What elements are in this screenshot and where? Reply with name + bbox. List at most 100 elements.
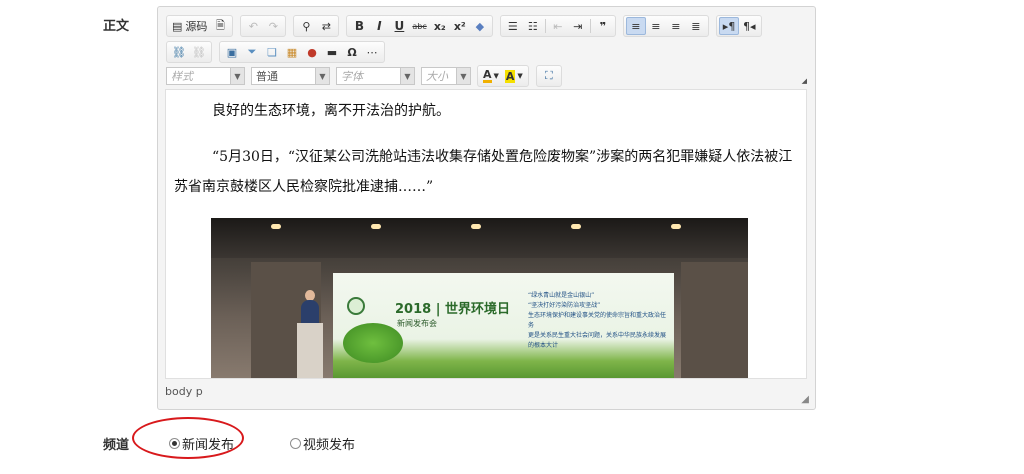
channel-option-video[interactable]: 视频发布	[290, 434, 355, 453]
preview-button[interactable]: 🗎	[210, 17, 230, 35]
toolbar-separator	[544, 19, 546, 33]
image-button[interactable]: ▣	[222, 43, 242, 61]
photo-light	[271, 224, 281, 229]
body-label: 正文	[103, 19, 130, 34]
source-icon: ▤	[172, 19, 183, 33]
font-select-value: 字体	[341, 70, 363, 83]
video-icon: ●	[307, 45, 317, 59]
bold-button[interactable]: B	[349, 17, 369, 35]
rich-text-editor[interactable]: ▤ 源码 🗎 ↶ ↷ ⚲ ⇄ B I U abc x₂ x² ◆ ☰ ☷ ⇤ ⇥…	[157, 6, 816, 410]
align-center-icon: ≡	[651, 19, 661, 33]
indent-button[interactable]: ⇥	[568, 17, 588, 35]
radio-button[interactable]	[290, 438, 301, 449]
source-button[interactable]: ▤ 源码	[169, 17, 210, 35]
image-gallery-button[interactable]: ▦	[282, 43, 302, 61]
screen-bullet: 更是关系民生重大社会问题，关系中华民族永续发展的根本大计	[528, 332, 667, 349]
text-color-icon: A	[483, 68, 492, 83]
chevron-down-icon: ▼	[493, 72, 499, 80]
multi-image-icon: ❏	[267, 45, 277, 59]
photo-light	[671, 224, 681, 229]
replace-button[interactable]: ⇄	[316, 17, 336, 35]
align-right-icon: ≡	[671, 19, 681, 33]
redo-icon: ↷	[268, 19, 279, 33]
align-justify-button[interactable]: ≣	[686, 17, 706, 35]
bulleted-list-icon: ☷	[527, 19, 538, 33]
gallery-icon: ▦	[286, 45, 298, 59]
align-left-button[interactable]: ≡	[625, 17, 646, 35]
numbered-list-button[interactable]: ☰	[503, 17, 523, 35]
remove-format-button[interactable]: ◆	[470, 17, 490, 35]
bg-color-button[interactable]: A ▼	[502, 67, 526, 85]
bold-icon: B	[354, 19, 364, 33]
screen-bullet: 生态环境保护和建设事关党的使命宗旨和重大政治任务	[528, 312, 667, 329]
horizontal-rule-icon: ▬	[326, 45, 338, 59]
photo-light	[371, 224, 381, 229]
screen-bullet: “绿水青山就是金山银山”	[528, 292, 595, 299]
resize-grip-icon[interactable]: ◢	[801, 394, 809, 405]
style-select-value: 样式	[171, 70, 193, 83]
source-button-label: 源码	[185, 20, 208, 33]
flash-button[interactable]: ⏷	[242, 43, 262, 61]
maximize-button[interactable]: ⛶	[539, 67, 559, 85]
content-photo[interactable]: 2018 | 世界环境日 新闻发布会 “绿水青山就是金山银山” “坚决打好污染防…	[211, 218, 748, 378]
toolbar-row-3: 样式 ▼ 普通 ▼ 字体 ▼ 大小 ▼ A ▼ A ▼ ⛶	[166, 65, 569, 87]
page-break-button[interactable]: ⋯	[362, 43, 382, 61]
align-center-button[interactable]: ≡	[646, 17, 666, 35]
format-select-value: 普通	[256, 70, 278, 83]
photo-light	[471, 224, 481, 229]
blockquote-button[interactable]: ❞	[593, 17, 613, 35]
collapse-toolbar-icon[interactable]: ◢	[802, 77, 807, 85]
style-select[interactable]: 样式 ▼	[166, 67, 245, 85]
superscript-button[interactable]: x²	[450, 17, 470, 35]
align-right-button[interactable]: ≡	[666, 17, 686, 35]
editor-content-area[interactable]: 良好的生态环境，离不开法治的护航。 “5月30日，“汉征某公司洗舱站违法收集存储…	[165, 89, 807, 379]
superscript-icon: x²	[453, 19, 466, 33]
multi-image-button[interactable]: ❏	[262, 43, 282, 61]
replace-icon: ⇄	[321, 19, 332, 33]
photo-ceiling	[211, 218, 748, 258]
format-select[interactable]: 普通 ▼	[251, 67, 330, 85]
podium	[297, 323, 323, 378]
channel-label: 频道	[103, 438, 130, 453]
find-button[interactable]: ⚲	[296, 17, 316, 35]
size-select[interactable]: 大小 ▼	[421, 67, 471, 85]
italic-icon: I	[377, 19, 382, 33]
chevron-down-icon: ▼	[517, 72, 523, 80]
unlink-icon: ⛓	[192, 45, 206, 59]
outdent-button[interactable]: ⇤	[548, 17, 568, 35]
eraser-icon: ◆	[475, 19, 485, 33]
element-path-statusbar[interactable]: body p	[165, 385, 203, 398]
italic-button[interactable]: I	[369, 17, 389, 35]
ltr-button[interactable]: ▸¶	[718, 17, 740, 35]
chevron-down-icon: ▼	[230, 68, 244, 84]
strikethrough-button[interactable]: abc	[409, 17, 429, 35]
redo-button[interactable]: ↷	[263, 17, 283, 35]
chevron-down-icon: ▼	[400, 68, 414, 84]
page-break-icon: ⋯	[366, 45, 378, 59]
rtl-icon: ¶◂	[743, 19, 756, 33]
subscript-button[interactable]: x₂	[430, 17, 450, 35]
link-button[interactable]: ⛓	[169, 43, 189, 61]
bulleted-list-button[interactable]: ☷	[523, 17, 543, 35]
text-color-button[interactable]: A ▼	[480, 67, 502, 85]
undo-button[interactable]: ↶	[243, 17, 263, 35]
toolbar-group-align: ≡ ≡ ≡ ≣	[622, 15, 709, 37]
preview-icon: 🗎	[215, 18, 225, 32]
toolbar-group-history: ↶ ↷	[240, 15, 287, 37]
align-left-icon: ≡	[631, 19, 641, 33]
horizontal-rule-button[interactable]: ▬	[322, 43, 342, 61]
video-button[interactable]: ●	[302, 43, 322, 61]
font-select[interactable]: 字体 ▼	[336, 67, 415, 85]
toolbar-group-maximize: ⛶	[535, 65, 562, 87]
special-char-button[interactable]: Ω	[342, 43, 362, 61]
rtl-button[interactable]: ¶◂	[739, 17, 759, 35]
screen-bullets: “绿水青山就是金山银山” “坚决打好污染防治攻坚战” 生态环境保护和建设事关党的…	[528, 291, 668, 351]
screen-bullet: “坚决打好污染防治攻坚战”	[528, 302, 601, 309]
toolbar-separator	[589, 19, 591, 33]
chevron-down-icon: ▼	[315, 68, 329, 84]
underline-button[interactable]: U	[389, 17, 409, 35]
link-icon: ⛓	[172, 45, 186, 59]
unlink-button[interactable]: ⛓	[189, 43, 209, 61]
photo-wall-panel	[681, 262, 748, 378]
toolbar-group-direction: ▸¶ ¶◂	[715, 15, 763, 37]
